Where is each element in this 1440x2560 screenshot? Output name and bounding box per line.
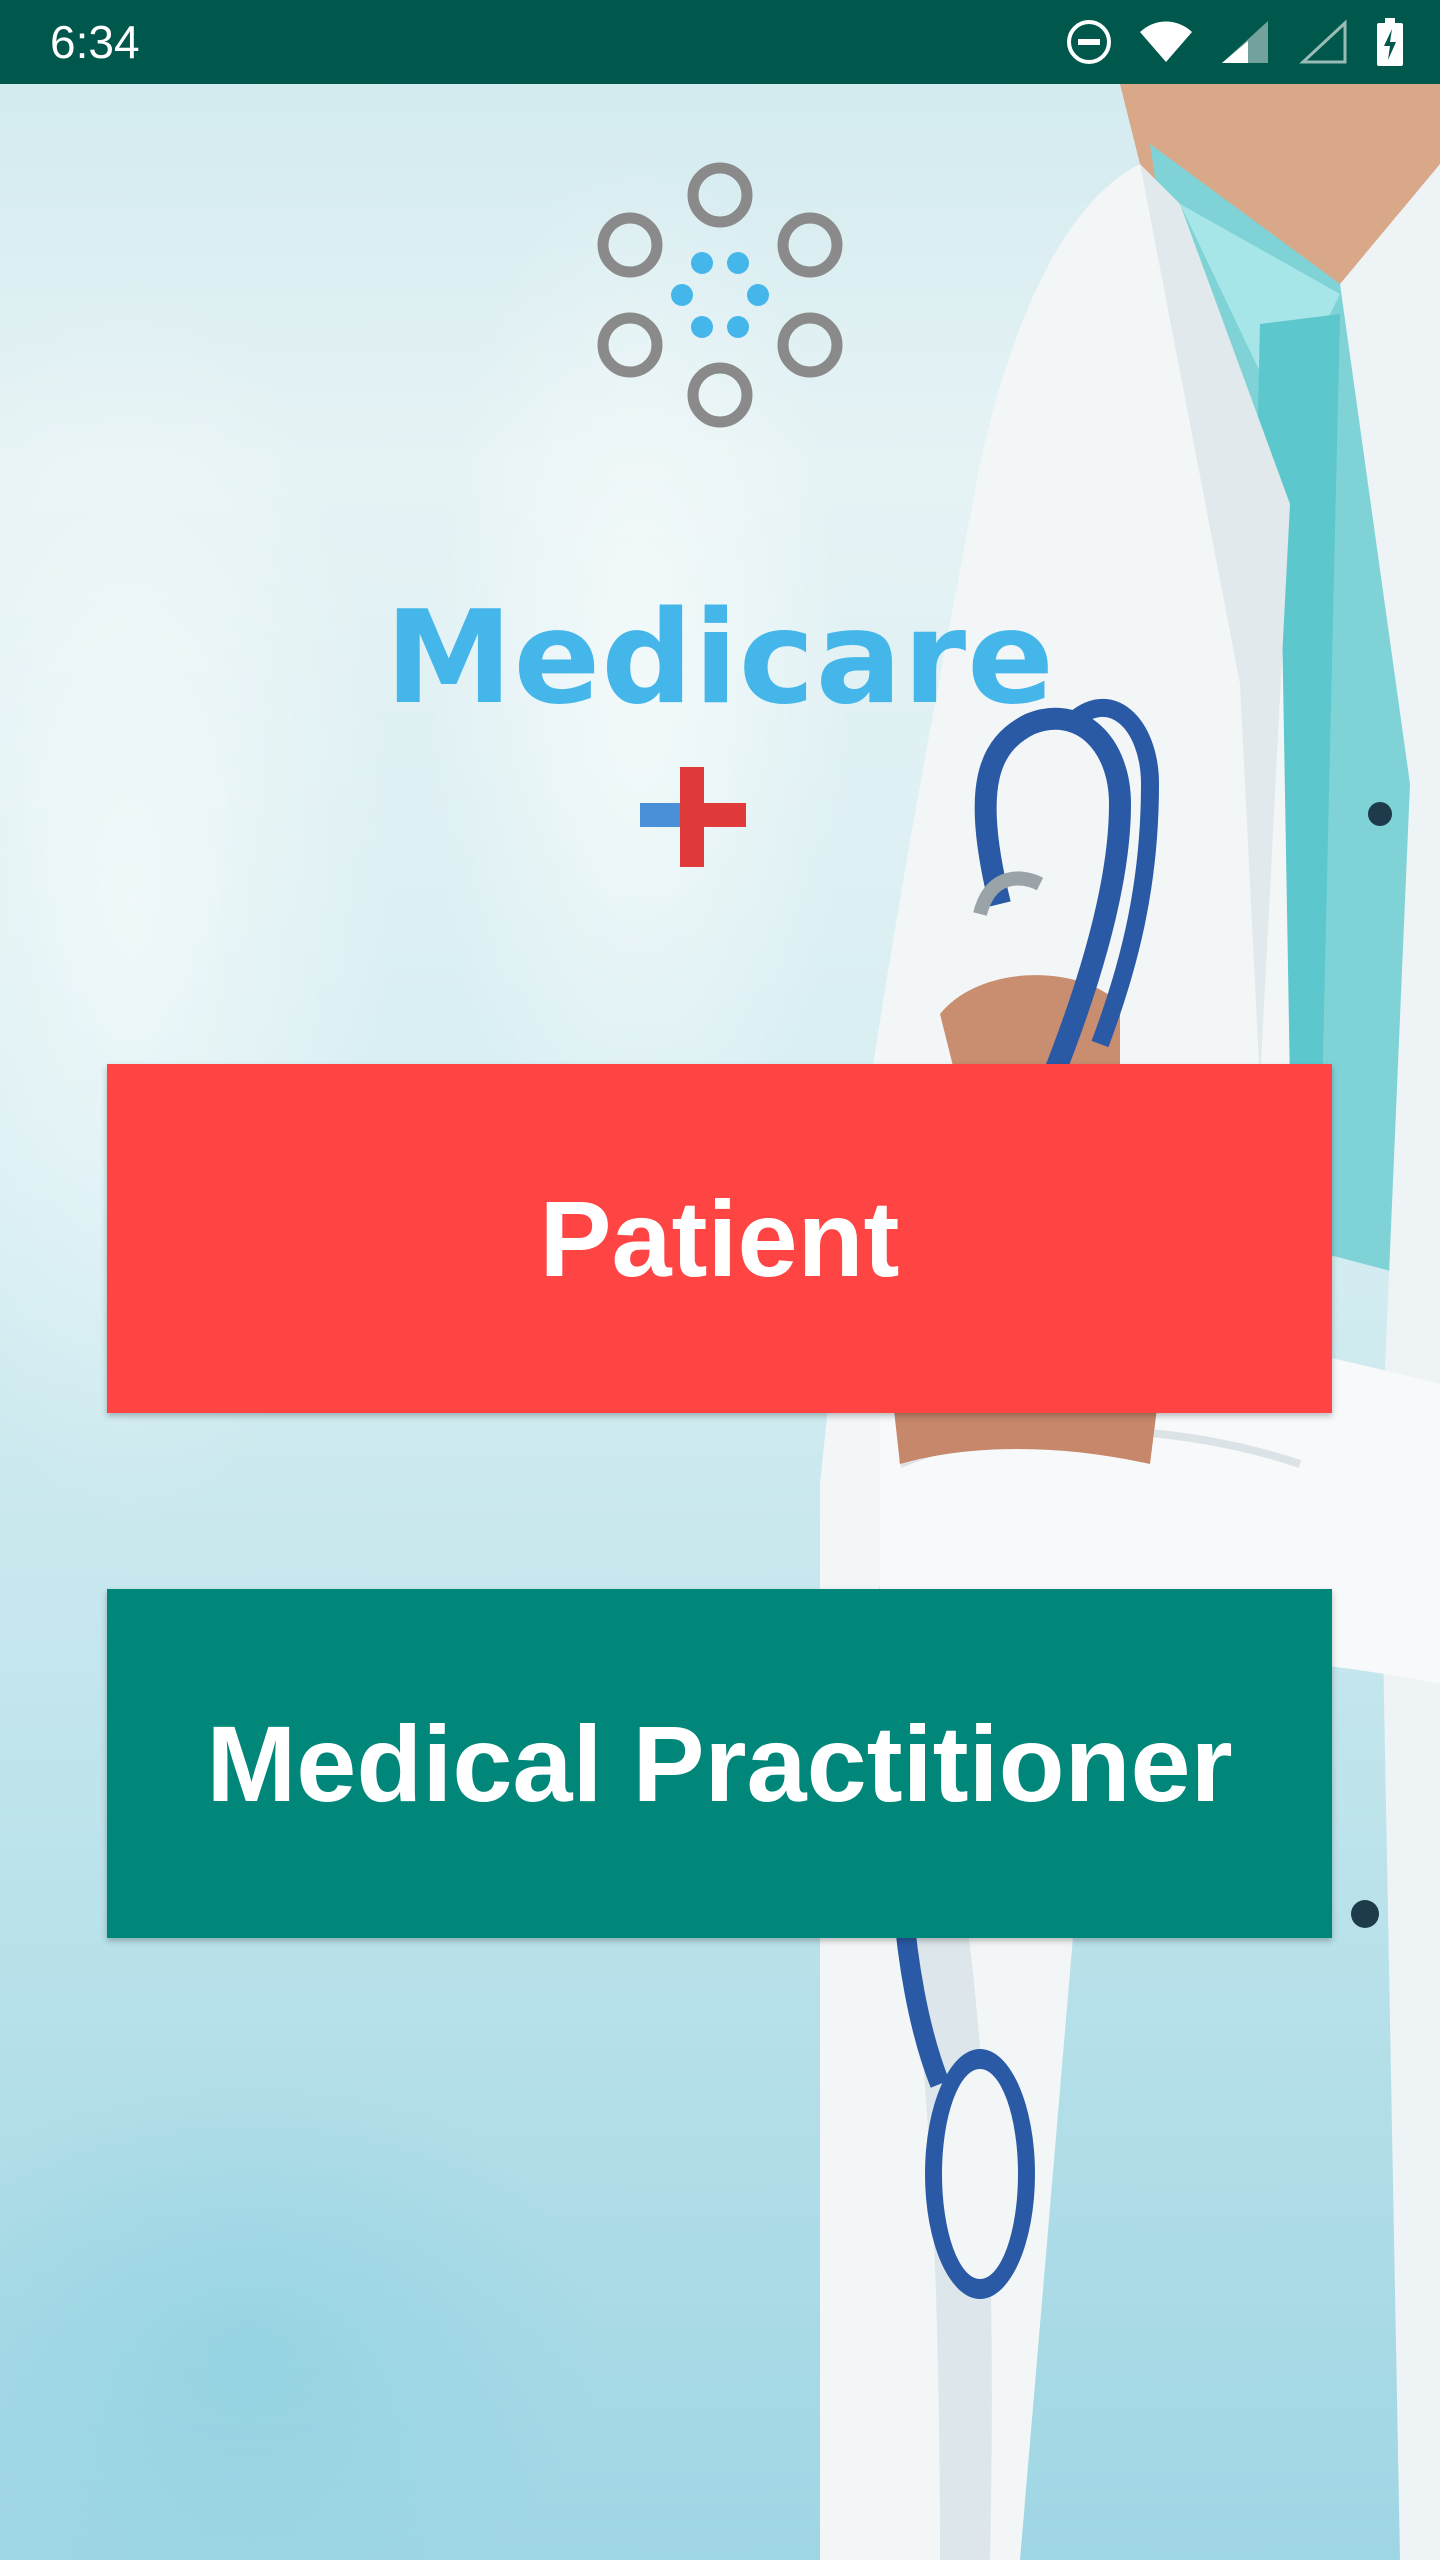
cell-signal-empty-icon: [1299, 19, 1347, 64]
do-not-disturb-icon: [1067, 20, 1111, 64]
welcome-screen: 6:34 Medicare Patient Medical Practition…: [0, 0, 1440, 2560]
medical-cross-icon: [640, 767, 746, 867]
logo-rings-icon: [597, 162, 843, 428]
cell-signal-icon: [1222, 21, 1268, 63]
status-icons: [1066, 18, 1404, 66]
patient-button[interactable]: Patient: [107, 1064, 1332, 1413]
medical-practitioner-button[interactable]: Medical Practitioner: [107, 1589, 1332, 1938]
battery-charging-icon: [1377, 18, 1403, 66]
medical-practitioner-button-label: Medical Practitioner: [206, 1703, 1233, 1824]
wifi-icon: [1140, 21, 1192, 62]
patient-button-label: Patient: [539, 1178, 900, 1299]
brand-name: Medicare: [385, 584, 1055, 733]
status-bar: 6:34: [0, 0, 1440, 84]
status-time: 6:34: [50, 16, 140, 68]
